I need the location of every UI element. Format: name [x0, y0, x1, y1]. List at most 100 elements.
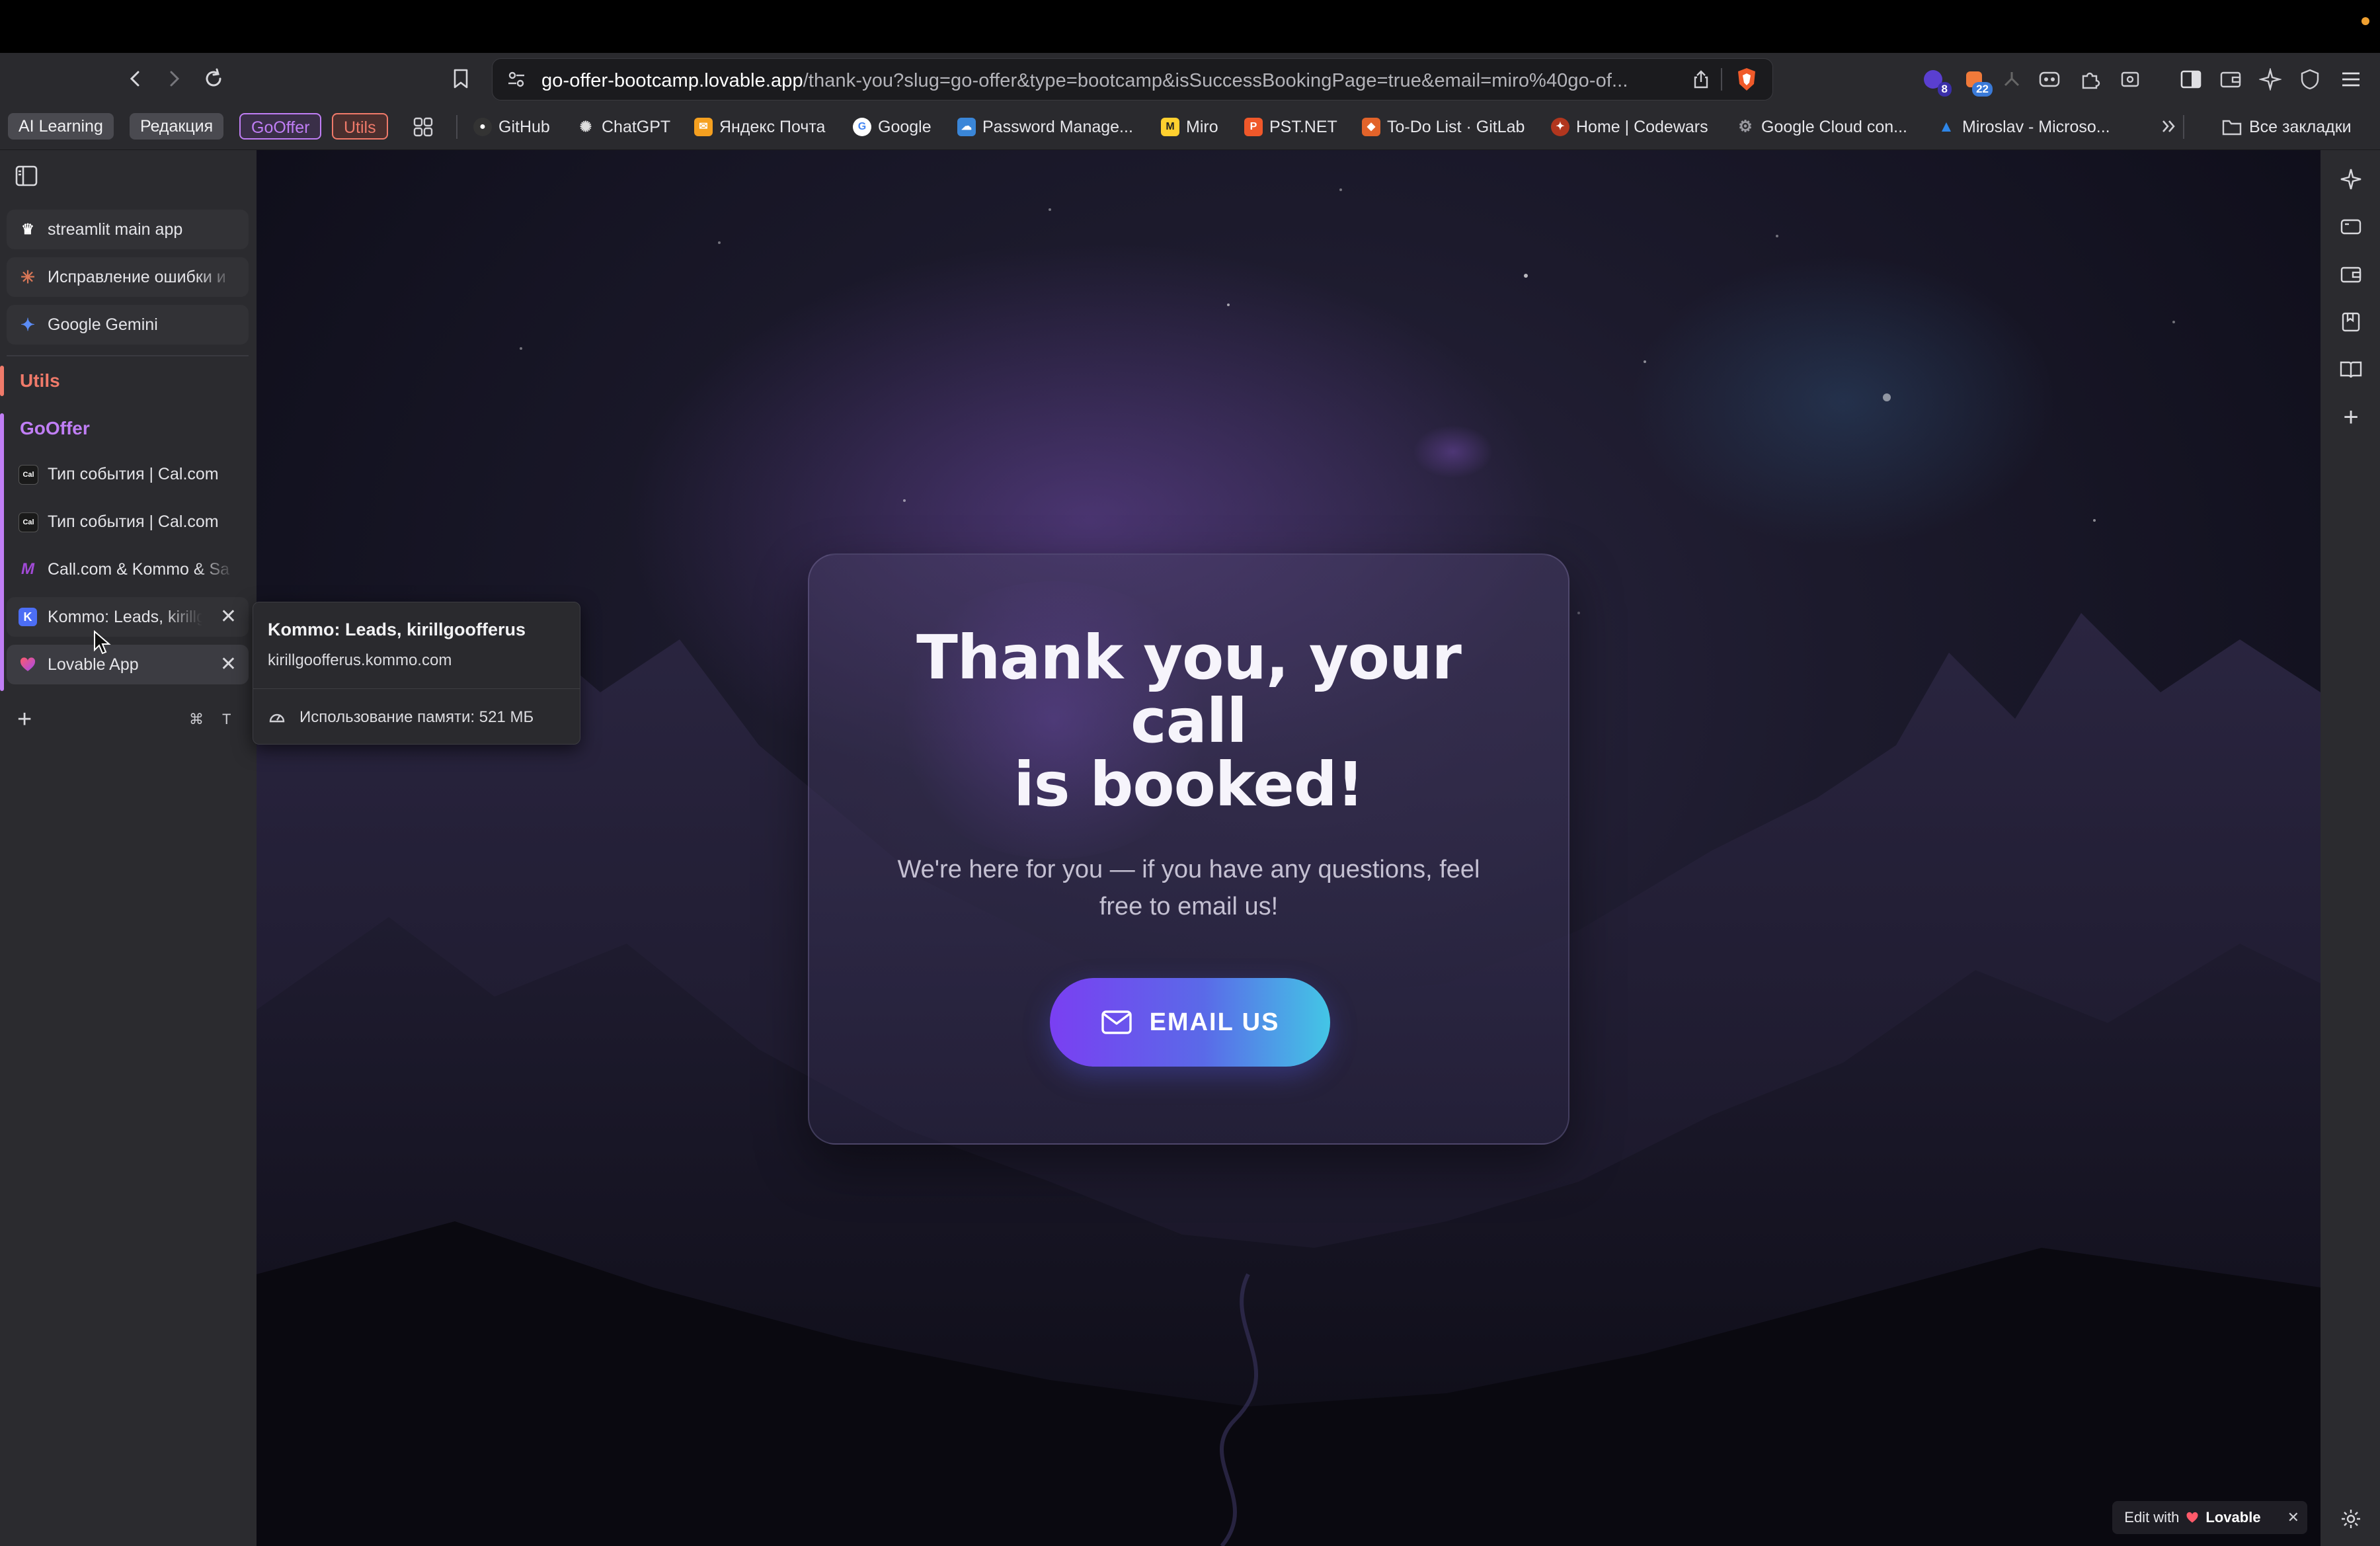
- booking-confirmation-card: Thank you, your call is booked! We're he…: [808, 553, 1569, 1145]
- all-bookmarks-folder[interactable]: Все закладки: [2221, 114, 2352, 140]
- puzzle-extensions-icon[interactable]: [2076, 65, 2105, 94]
- bookmarks-bar: AI Learning Редакция GoOffer Utils ● GitH…: [0, 104, 2380, 150]
- share-icon: [1694, 70, 1708, 89]
- wallet-sidebar-icon[interactable]: [2338, 261, 2364, 288]
- reload-icon: [206, 68, 221, 87]
- bookmark-google-cloud[interactable]: ⚙ Google Cloud con...: [1736, 114, 1907, 140]
- tree-extension-icon[interactable]: [1998, 65, 2027, 94]
- azure-icon: ▲: [1938, 118, 1954, 136]
- tab-group-chip-utils[interactable]: Utils: [332, 113, 388, 140]
- tab-fade: [163, 597, 216, 637]
- mouse-cursor-icon: [94, 630, 111, 655]
- sidebar-toggle-icon[interactable]: [2176, 65, 2205, 94]
- url-host: go-offer-bootcamp.lovable.app: [541, 70, 803, 91]
- pinned-tab-streamlit[interactable]: ♛ streamlit main app: [7, 210, 249, 249]
- sidebar-settings-gear-icon[interactable]: [2338, 1506, 2364, 1532]
- tab-groups-grid-icon[interactable]: [413, 116, 434, 138]
- screenshot-extension-icon[interactable]: [2116, 65, 2145, 94]
- codewars-icon: ✦: [1551, 118, 1569, 136]
- group-label: Utils: [20, 370, 60, 391]
- bookmark-github[interactable]: ● GitHub: [473, 114, 550, 140]
- bookmark-codewars[interactable]: ✦ Home | Codewars: [1551, 114, 1708, 140]
- tab-group-chip-redaktsiya[interactable]: Редакция: [130, 113, 224, 140]
- reading-list-sidebar-icon[interactable]: [2338, 356, 2364, 383]
- bookmark-microsoft[interactable]: ▲ Miroslav - Microso...: [1937, 114, 2110, 140]
- menu-bar-strip: [0, 0, 2380, 53]
- bookmark-google[interactable]: G Google: [853, 114, 932, 140]
- address-bar[interactable]: go-offer-bootcamp.lovable.app/thank-you?…: [492, 58, 1773, 101]
- tab-kommo-leads[interactable]: K Kommo: Leads, kirillg ✕: [7, 597, 249, 637]
- group-label: GoOffer: [20, 418, 90, 438]
- claude-icon: ✳: [20, 266, 35, 287]
- tab-group-chip-gooffer[interactable]: GoOffer: [239, 113, 322, 140]
- extension-orange-icon[interactable]: 22: [1960, 65, 1993, 97]
- extension-purple-icon[interactable]: 8: [1919, 65, 1952, 97]
- bookmarks-sidebar-icon[interactable]: [2338, 309, 2364, 335]
- forward-button[interactable]: [157, 62, 190, 95]
- add-sidebar-panel-plus-icon[interactable]: +: [2338, 404, 2364, 430]
- bookmark-label: Home | Codewars: [1576, 118, 1708, 136]
- headline-line-2: call: [1130, 686, 1248, 756]
- video-sidebar-icon[interactable]: [2338, 214, 2364, 240]
- edit-with-lovable-badge[interactable]: Edit with Lovable ✕: [2112, 1501, 2307, 1534]
- bookmark-chatgpt[interactable]: ✺ ChatGPT: [576, 114, 670, 140]
- main-menu-icon[interactable]: [2336, 65, 2365, 94]
- gear-icon: ⚙: [1738, 118, 1753, 136]
- bookmark-yandex-mail[interactable]: ✉ Яндекс Почта: [694, 114, 825, 140]
- tab-label: Тип события | Cal.com: [48, 512, 219, 531]
- vpn-shield-icon[interactable]: [2295, 65, 2324, 94]
- close-tab-icon[interactable]: ✕: [220, 653, 237, 676]
- shortcut-t-key: T: [222, 711, 231, 727]
- badge-prefix: Edit with: [2124, 1509, 2180, 1526]
- confirmation-headline: Thank you, your call is booked!: [889, 626, 1489, 817]
- bookmark-label: Google Cloud con...: [1761, 118, 1907, 136]
- url-text: go-offer-bootcamp.lovable.app/thank-you?…: [541, 70, 1628, 92]
- right-sidebar: +: [2320, 150, 2380, 1546]
- translate-extension-icon[interactable]: [2035, 65, 2064, 94]
- email-us-label: EMAIL US: [1149, 1008, 1280, 1036]
- bookmark-label: GitHub: [498, 118, 550, 136]
- wallet-icon[interactable]: [2216, 65, 2245, 94]
- close-tab-icon[interactable]: ✕: [220, 605, 237, 628]
- leo-ai-icon[interactable]: [2256, 65, 2285, 94]
- bookmark-password-manager[interactable]: ☁ Password Manage...: [957, 114, 1133, 140]
- tab-group-utils[interactable]: Utils: [0, 360, 251, 401]
- pst-icon: P: [1244, 118, 1263, 136]
- tab-cal-1[interactable]: Cal Тип события | Cal.com: [7, 454, 249, 494]
- reload-button[interactable]: [197, 62, 230, 95]
- extension-badge: 22: [1972, 82, 1993, 97]
- bookmark-label: Miroslav - Microso...: [1962, 118, 2110, 136]
- cal-icon: Cal: [19, 465, 38, 485]
- bookmark-miro[interactable]: M Miro: [1161, 114, 1218, 140]
- tab-cal-2[interactable]: Cal Тип события | Cal.com: [7, 502, 249, 542]
- url-path: /thank-you?slug=go-offer&type=bootcamp&i…: [803, 70, 1628, 91]
- tooltip-memory-usage: Использование памяти: 521 МБ: [299, 708, 534, 726]
- more-bookmarks-chevron-icon[interactable]: [2159, 116, 2179, 136]
- leo-ai-sidebar-icon[interactable]: [2338, 166, 2364, 192]
- github-icon: ●: [473, 118, 492, 136]
- bookmark-pstnet[interactable]: P PST.NET: [1244, 114, 1337, 140]
- make-icon: M: [21, 560, 34, 578]
- email-us-button[interactable]: EMAIL US: [1050, 978, 1330, 1067]
- bookmark-label: ChatGPT: [602, 118, 671, 136]
- close-badge-icon[interactable]: ✕: [2287, 1509, 2299, 1526]
- browser-toolbar: go-offer-bootcamp.lovable.app/thank-you?…: [0, 53, 2380, 104]
- sidebar-panel-toggle-icon[interactable]: [15, 165, 38, 187]
- new-tab-plus-icon[interactable]: +: [17, 707, 32, 732]
- bookmark-label: Яндекс Почта: [719, 118, 826, 136]
- tab-make-scenario[interactable]: M Call.com & Kommo & Sa: [7, 549, 249, 589]
- tab-group-gooffer[interactable]: GoOffer: [0, 408, 251, 691]
- forward-arrow-icon: [170, 71, 180, 87]
- tab-lovable-app-active[interactable]: Lovable App ✕: [7, 645, 249, 684]
- folder-icon: [2222, 120, 2242, 136]
- bookmark-page-button[interactable]: [444, 62, 477, 95]
- tab-group-chip-ai-learning[interactable]: AI Learning: [8, 113, 114, 140]
- web-content: Thank you, your call is booked! We're he…: [257, 150, 2320, 1546]
- bookmark-label: Password Manage...: [982, 118, 1133, 136]
- google-icon: G: [853, 118, 871, 136]
- pinned-tab-gemini[interactable]: ✦ Google Gemini: [7, 305, 249, 345]
- headline-line-1: Thank you, your: [916, 622, 1462, 693]
- back-button[interactable]: [119, 62, 152, 95]
- bookmark-gitlab[interactable]: ◆ To-Do List · GitLab: [1362, 114, 1525, 140]
- pinned-tab-claude[interactable]: ✳ Исправление ошибки и: [7, 257, 249, 297]
